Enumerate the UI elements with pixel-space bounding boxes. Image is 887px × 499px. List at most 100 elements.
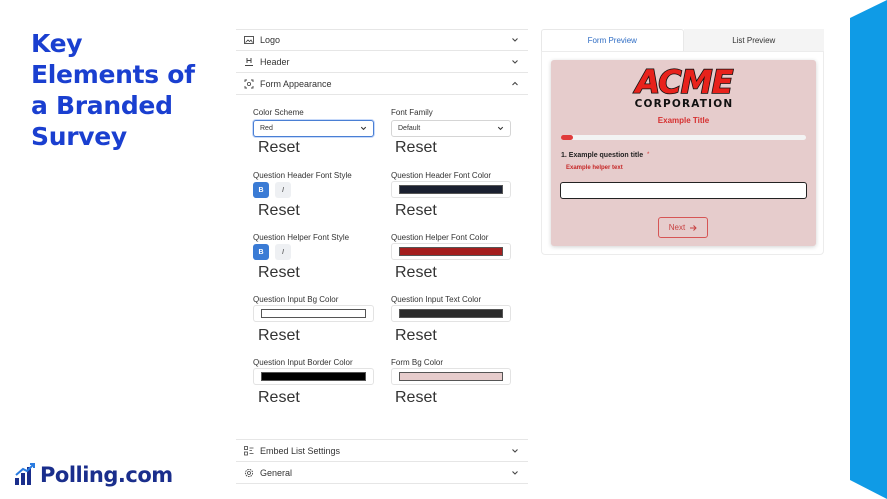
italic-toggle[interactable]: I: [275, 244, 291, 260]
progress-bar: [561, 135, 806, 140]
accordion-label: Embed List Settings: [260, 445, 341, 456]
select-value: Default: [398, 125, 421, 132]
accordion-label: Form Appearance: [260, 78, 332, 89]
field-label: Color Scheme: [253, 108, 304, 117]
field-label: Form Bg Color: [391, 358, 444, 367]
question-input-bg-field: Question Input Bg Color: [253, 295, 375, 304]
accordion-embed-list-settings[interactable]: Embed List Settings: [236, 440, 528, 462]
chevron-down-icon: [510, 57, 520, 67]
reset-link[interactable]: Reset: [395, 202, 517, 220]
reset-link[interactable]: Reset: [395, 389, 517, 407]
chevron-down-icon: [359, 124, 368, 133]
field-label: Question Header Font Style: [253, 171, 352, 180]
chevron-down-icon: [510, 35, 520, 45]
reset-link[interactable]: Reset: [258, 139, 380, 157]
brand-name: Polling.com: [40, 463, 173, 487]
question-title: 1. Example question title *: [561, 152, 649, 159]
list-settings-icon: [244, 445, 254, 456]
question-input-text-picker[interactable]: [391, 305, 511, 322]
color-swatch: [399, 372, 503, 381]
question-input-border-picker[interactable]: [253, 368, 374, 385]
slide-title-line: Elements of: [31, 60, 195, 89]
field-label: Question Helper Font Color: [391, 233, 489, 242]
question-text: Example question title: [568, 152, 644, 159]
slide-title: Key Elements of a Branded Survey: [31, 28, 211, 152]
color-scheme-field: Color Scheme: [253, 108, 375, 117]
question-header-color-field: Question Header Font Color: [391, 171, 513, 180]
arrow-right-icon: [689, 224, 697, 232]
question-answer-input[interactable]: [560, 182, 807, 199]
palette-icon: [244, 79, 254, 89]
acme-logo: ACME CORPORATION: [551, 62, 816, 118]
question-helper-color-picker[interactable]: [391, 243, 511, 260]
color-swatch: [261, 372, 366, 381]
accordion-general[interactable]: General: [236, 462, 528, 484]
header-icon: [244, 57, 254, 67]
polling-logo: Polling.com: [14, 461, 173, 489]
decorative-blue-bar: [850, 0, 887, 499]
settings-panel: Logo Header Form Appearance Color Scheme…: [236, 29, 528, 484]
tab-form-preview[interactable]: Form Preview: [541, 29, 684, 51]
gear-icon: [244, 468, 254, 478]
field-label: Question Helper Font Style: [253, 233, 350, 242]
question-helper-color-field: Question Helper Font Color: [391, 233, 513, 242]
tab-list-preview[interactable]: List Preview: [683, 29, 824, 51]
reset-link[interactable]: Reset: [258, 202, 380, 220]
field-label: Question Header Font Color: [391, 171, 492, 180]
next-button[interactable]: Next: [658, 217, 708, 238]
font-family-select[interactable]: Default: [391, 120, 511, 137]
accordion-label: Logo: [260, 35, 281, 45]
reset-link[interactable]: Reset: [395, 327, 517, 345]
font-family-field: Font Family: [391, 108, 513, 117]
color-swatch: [261, 309, 366, 318]
next-label: Next: [668, 223, 686, 232]
reset-link[interactable]: Reset: [258, 389, 380, 407]
form-preview-panel: ACME CORPORATION Example Title 1. Exampl…: [541, 51, 824, 255]
reset-link[interactable]: Reset: [258, 264, 380, 282]
question-input-text-field: Question Input Text Color: [391, 295, 513, 304]
chevron-down-icon: [510, 446, 520, 456]
select-value: Red: [260, 125, 273, 132]
question-input-border-field: Question Input Border Color: [253, 358, 375, 367]
italic-toggle[interactable]: I: [275, 182, 291, 198]
form-bg-picker[interactable]: [391, 368, 511, 385]
accordion-label: Header: [260, 56, 290, 67]
accordion-logo[interactable]: Logo: [236, 29, 528, 51]
slide-title-line: a Branded: [31, 91, 173, 120]
chevron-up-icon: [510, 79, 520, 89]
reset-link[interactable]: Reset: [258, 327, 380, 345]
reset-link[interactable]: Reset: [395, 264, 517, 282]
color-swatch: [399, 247, 503, 256]
field-label: Question Input Text Color: [391, 295, 482, 304]
question-header-style-field: Question Header Font Style: [253, 171, 375, 180]
question-helper-style-field: Question Helper Font Style: [253, 233, 375, 242]
preview-tabs: Form Preview List Preview: [541, 29, 824, 51]
field-label: Font Family: [391, 108, 433, 117]
image-icon: [244, 35, 254, 45]
chevron-down-icon: [496, 124, 505, 133]
accordion-label: General: [260, 467, 293, 478]
slide-title-line: Key: [31, 29, 83, 58]
accordion-form-appearance[interactable]: Form Appearance: [236, 73, 528, 95]
question-number: 1.: [561, 152, 567, 159]
question-input-bg-picker[interactable]: [253, 305, 374, 322]
bar-chart-logo-icon: [15, 463, 35, 485]
required-mark: *: [647, 152, 650, 158]
color-swatch: [399, 185, 503, 194]
slide-title-line: Survey: [31, 122, 127, 151]
question-header-color-picker[interactable]: [391, 181, 511, 198]
reset-link[interactable]: Reset: [395, 139, 517, 157]
chevron-down-icon: [510, 468, 520, 478]
field-label: Question Input Bg Color: [253, 295, 339, 304]
color-swatch: [399, 309, 503, 318]
svg-text:ACME: ACME: [632, 63, 733, 101]
color-scheme-select[interactable]: Red: [253, 120, 374, 137]
accordion-header[interactable]: Header: [236, 51, 528, 73]
bold-toggle[interactable]: B: [253, 182, 269, 198]
form-bg-field: Form Bg Color: [391, 358, 513, 367]
example-title: Example Title: [657, 116, 710, 125]
bold-toggle[interactable]: B: [253, 244, 269, 260]
question-helper-text: Example helper text: [566, 165, 623, 171]
svg-text:CORPORATION: CORPORATION: [634, 98, 733, 110]
form-appearance-body: Color Scheme Red Reset Font Family Defau…: [236, 95, 528, 440]
